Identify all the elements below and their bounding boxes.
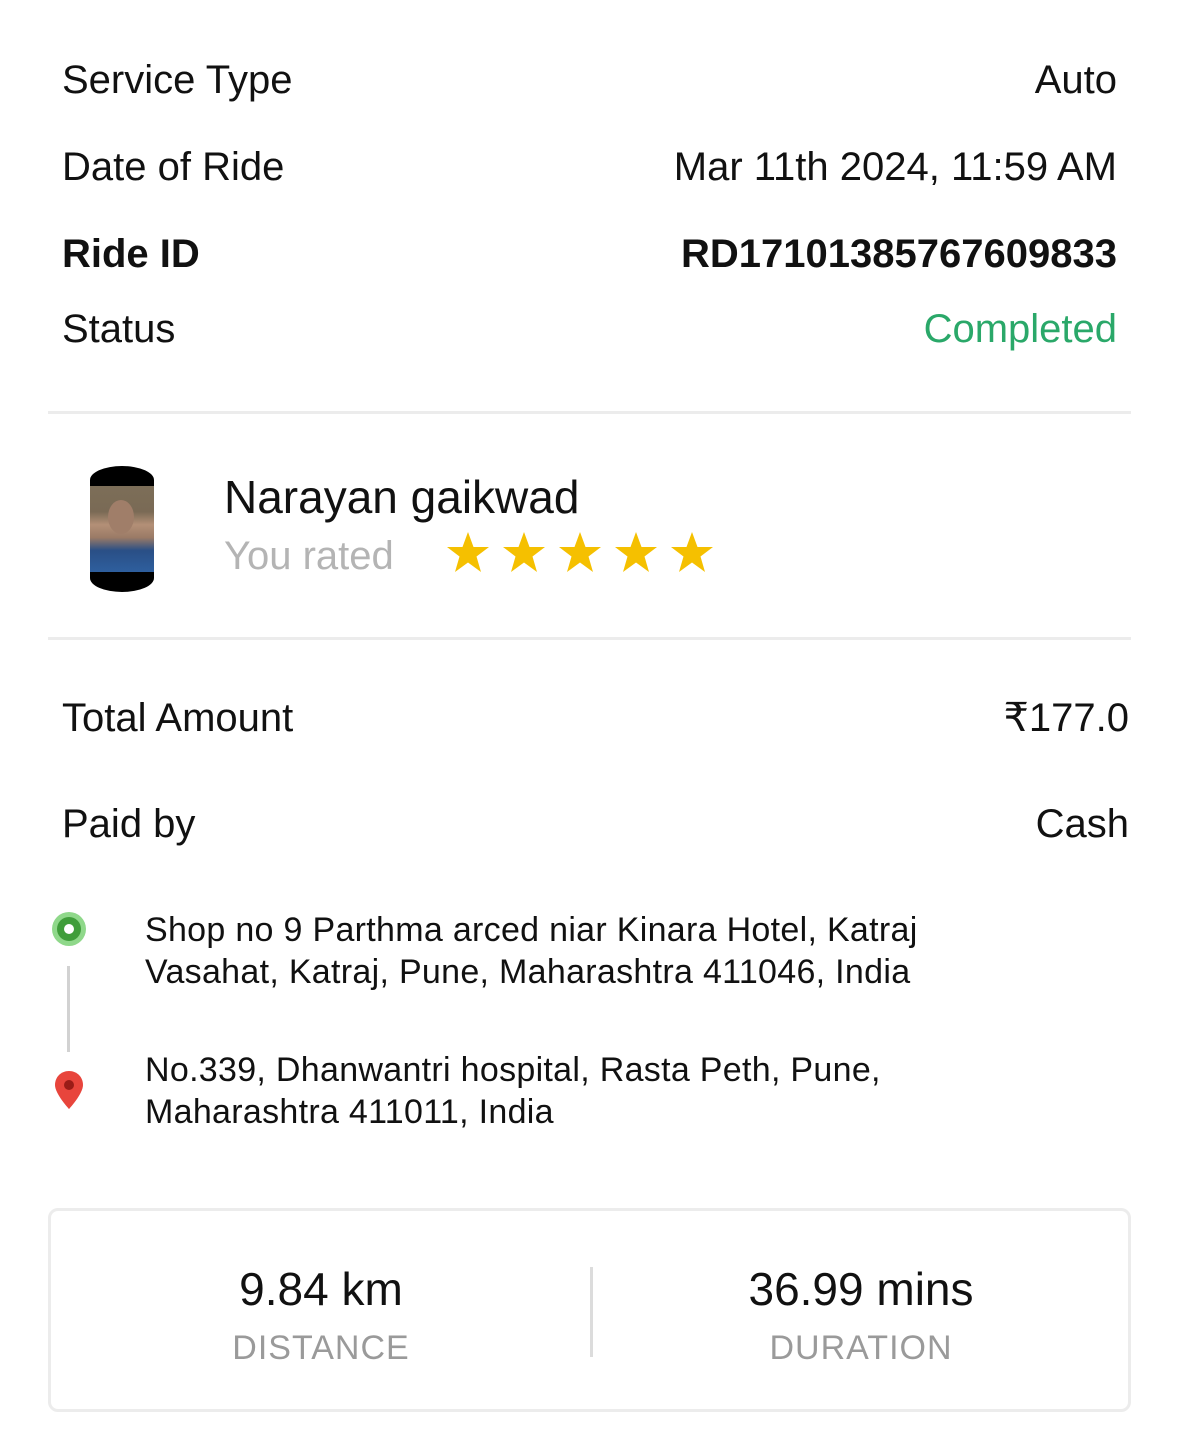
distance-value: 9.84 km xyxy=(239,1263,403,1315)
date-label: Date of Ride xyxy=(62,145,285,189)
section-divider xyxy=(48,411,1131,414)
star-icon xyxy=(615,532,657,572)
ride-stats-card: 9.84 km DISTANCE 36.99 mins DURATION xyxy=(48,1208,1131,1412)
service-type-value: Auto xyxy=(1034,58,1117,102)
status-value: Completed xyxy=(923,307,1117,351)
date-value: Mar 11th 2024, 11:59 AM xyxy=(673,145,1117,189)
service-type-label: Service Type xyxy=(62,58,293,102)
distance-label: DISTANCE xyxy=(232,1329,410,1367)
paid-by-value: Cash xyxy=(1035,802,1129,846)
status-row: Status Completed xyxy=(62,305,1117,353)
driver-name: Narayan gaikwad xyxy=(224,471,580,523)
service-type-row: Service Type Auto xyxy=(62,56,1117,104)
ride-details-page: Service Type Auto Date of Ride Mar 11th … xyxy=(0,0,1179,1454)
red-pin-icon xyxy=(55,1071,83,1109)
star-icon xyxy=(559,532,601,572)
ride-id-row: Ride ID RD17101385767609833 xyxy=(62,230,1117,278)
star-icon xyxy=(447,532,489,572)
section-divider xyxy=(48,637,1131,640)
duration-stat: 36.99 mins DURATION xyxy=(591,1211,1131,1409)
paid-by-label: Paid by xyxy=(62,802,196,846)
driver-photo-face xyxy=(108,500,134,534)
star-icon xyxy=(503,532,545,572)
distance-stat: 9.84 km DISTANCE xyxy=(51,1211,591,1409)
green-dot-icon xyxy=(52,912,86,946)
total-amount-value: ₹177.0 xyxy=(1003,696,1129,740)
total-amount-row: Total Amount ₹177.0 xyxy=(62,694,1129,742)
driver-avatar xyxy=(90,466,154,592)
ride-id-label: Ride ID xyxy=(62,232,200,276)
duration-label: DURATION xyxy=(769,1329,953,1367)
pickup-address: Shop no 9 Parthma arced niar Kinara Hote… xyxy=(145,911,918,991)
rated-label: You rated xyxy=(224,534,394,578)
paid-by-row: Paid by Cash xyxy=(62,800,1129,848)
date-row: Date of Ride Mar 11th 2024, 11:59 AM xyxy=(62,143,1117,191)
duration-value: 36.99 mins xyxy=(748,1263,974,1315)
rating-stars xyxy=(440,528,720,580)
route-connector-line xyxy=(67,966,70,1052)
star-icon xyxy=(671,532,713,572)
drop-address: No.339, Dhanwantri hospital, Rasta Peth,… xyxy=(145,1051,881,1131)
total-amount-label: Total Amount xyxy=(62,696,294,740)
ride-id-value[interactable]: RD17101385767609833 xyxy=(681,230,1117,278)
status-label: Status xyxy=(62,307,176,351)
